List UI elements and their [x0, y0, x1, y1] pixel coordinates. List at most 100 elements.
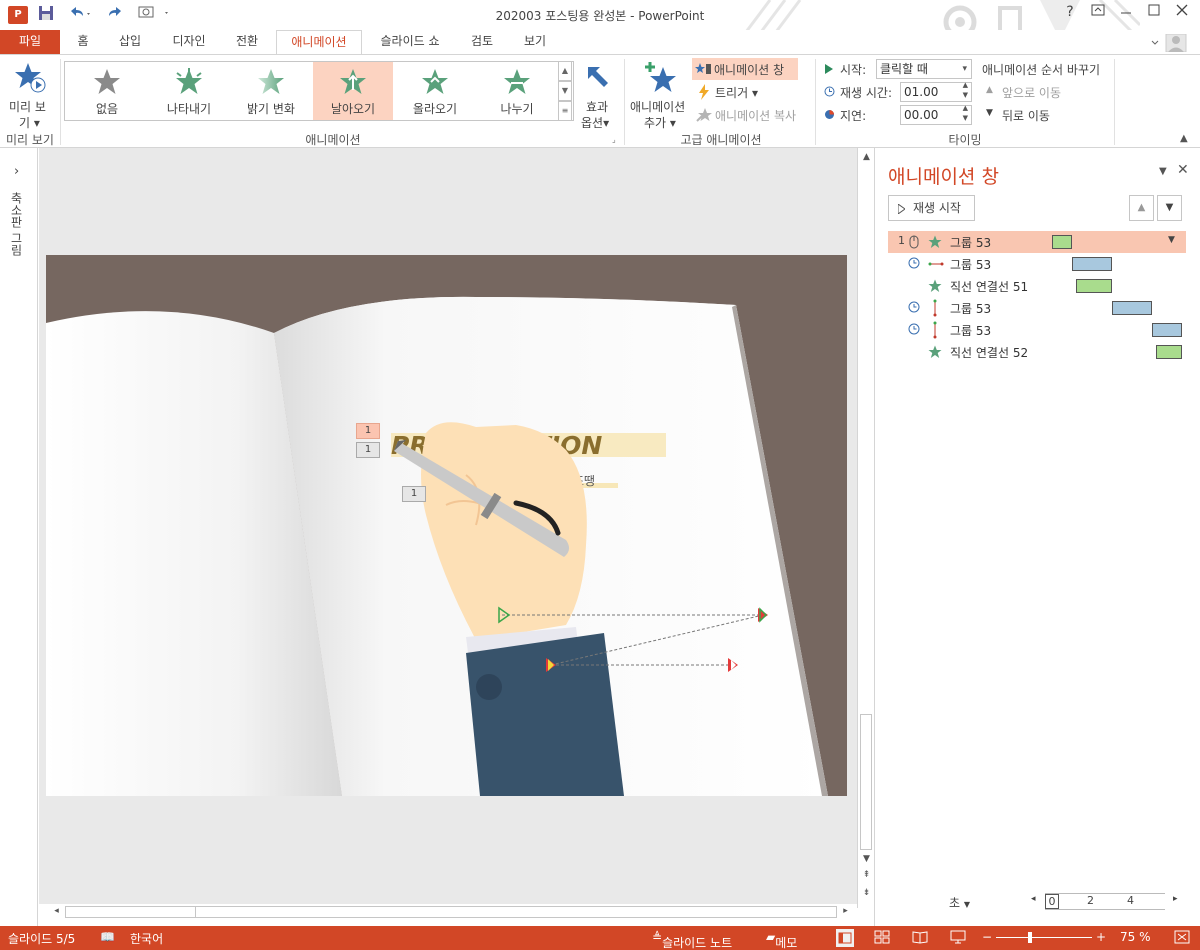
- zoom-level[interactable]: 75 %: [1120, 930, 1151, 944]
- clock-icon: [908, 257, 920, 269]
- timeline-left-icon[interactable]: ◂: [1031, 894, 1036, 904]
- slide-artwork: PRESENTATION 한 조땡: [46, 296, 828, 796]
- slide-editing-area: PRESENTATION 한 조땡 1 1 1: [39, 148, 857, 904]
- duration-spinner[interactable]: 01.00 ▲ ▼: [900, 81, 972, 102]
- animation-painter-button[interactable]: 애니메이션 복사: [696, 105, 806, 127]
- user-avatar-icon[interactable]: [1150, 33, 1190, 55]
- motion-path-horizontal-icon: [928, 262, 944, 266]
- gallery-item-appear[interactable]: 나타내기: [149, 62, 229, 120]
- play-triangle-icon: [825, 64, 833, 74]
- next-slide-icon[interactable]: ⇟: [859, 888, 874, 898]
- start-select[interactable]: 클릭할 때 ▾: [876, 59, 972, 79]
- close-icon[interactable]: [1168, 4, 1196, 20]
- zoom-out-icon[interactable]: −: [982, 930, 992, 944]
- vertical-scrollbar[interactable]: ▲ ▼ ⇞ ⇟: [857, 148, 874, 908]
- animation-item[interactable]: 1 그룹 53 ▼: [888, 231, 1186, 253]
- ribbon-separator: [60, 59, 61, 145]
- gallery-scroll-up-icon[interactable]: ▲: [558, 61, 572, 81]
- collapse-ribbon-icon[interactable]: ▲: [1180, 133, 1188, 144]
- timeline-bar: [1156, 345, 1182, 359]
- motion-path-vertical-icon: [933, 321, 937, 339]
- maximize-icon[interactable]: [1140, 4, 1168, 20]
- help-button[interactable]: ?: [1056, 4, 1084, 20]
- spelling-icon[interactable]: 📖: [100, 930, 115, 944]
- animation-tag[interactable]: 1: [356, 442, 380, 458]
- reading-view-icon[interactable]: [912, 930, 928, 944]
- tab-home[interactable]: 홈: [68, 30, 98, 54]
- animation-tag[interactable]: 1: [356, 423, 380, 439]
- ribbon-display-options-icon[interactable]: [1084, 4, 1112, 20]
- fit-to-window-icon[interactable]: [1174, 930, 1190, 944]
- animation-item[interactable]: 그룹 53: [888, 297, 1186, 319]
- move-up-button[interactable]: ▲: [1129, 195, 1154, 221]
- gallery-more-icon[interactable]: ≡: [558, 101, 572, 121]
- move-down-button[interactable]: ▼: [1157, 195, 1182, 221]
- ribbon-tabs: 파일 홈 삽입 디자인 전환 애니메이션 슬라이드 쇼 검토 보기: [0, 30, 1200, 55]
- motion-path-vertical-icon: [933, 299, 937, 317]
- add-animation-button[interactable]: 애니메이션 추가 ▾: [628, 59, 692, 130]
- tab-insert[interactable]: 삽입: [110, 30, 150, 54]
- expand-chevron-icon[interactable]: ›: [14, 164, 19, 179]
- normal-view-icon[interactable]: [836, 929, 854, 947]
- tab-slideshow[interactable]: 슬라이드 쇼: [370, 30, 450, 54]
- animation-item[interactable]: 그룹 53: [888, 253, 1186, 275]
- preview-label-2: 기 ▾: [19, 116, 40, 130]
- minimize-icon[interactable]: [1112, 4, 1140, 20]
- tab-file[interactable]: 파일: [0, 30, 60, 54]
- scroll-left-icon[interactable]: ◂: [49, 906, 64, 916]
- zoom-in-icon[interactable]: +: [1096, 930, 1106, 944]
- horizontal-scrollbar[interactable]: ◂ ▸: [47, 904, 855, 921]
- play-button[interactable]: 재생 시작: [888, 195, 975, 221]
- scroll-right-icon[interactable]: ▸: [838, 906, 853, 916]
- language-indicator[interactable]: 한국어: [130, 930, 163, 947]
- tab-transitions[interactable]: 전환: [226, 30, 268, 54]
- zoom-slider-thumb[interactable]: [1028, 932, 1032, 943]
- pane-options-icon[interactable]: ▼: [1159, 166, 1167, 177]
- scroll-down-icon[interactable]: ▼: [859, 854, 874, 864]
- gallery-item-fly-in[interactable]: 날아오기: [313, 62, 393, 120]
- thumbnail-pane-collapsed[interactable]: › 축소판 그림: [0, 148, 38, 926]
- clock-icon: [908, 301, 920, 313]
- slideshow-view-icon[interactable]: [950, 930, 966, 944]
- timeline-bar: [1076, 279, 1112, 293]
- slide-sorter-icon[interactable]: [874, 930, 890, 944]
- scroll-thumb[interactable]: [860, 714, 872, 850]
- tab-design[interactable]: 디자인: [163, 30, 215, 54]
- pane-close-icon[interactable]: ✕: [1177, 162, 1189, 178]
- animation-tag[interactable]: 1: [402, 486, 426, 502]
- slide-canvas[interactable]: PRESENTATION 한 조땡 1 1 1: [46, 255, 847, 796]
- delay-spinner[interactable]: 00.00 ▲ ▼: [900, 104, 972, 125]
- tab-view[interactable]: 보기: [514, 30, 556, 54]
- notes-button[interactable]: ≜ 슬라이드 노트: [652, 930, 732, 950]
- move-earlier-button[interactable]: ▲ 앞으로 이동: [984, 83, 1084, 103]
- gallery-item-split[interactable]: 나누기: [477, 62, 557, 120]
- timeline-right-icon[interactable]: ▸: [1173, 894, 1178, 904]
- animation-item[interactable]: 직선 연결선 52: [888, 341, 1186, 363]
- dialog-launcher-icon[interactable]: ⌟: [612, 135, 616, 144]
- entrance-star-icon: [928, 235, 942, 248]
- move-later-button[interactable]: ▼ 뒤로 이동: [984, 106, 1084, 126]
- scroll-up-icon[interactable]: ▲: [859, 152, 874, 162]
- zoom-slider[interactable]: [996, 932, 1092, 943]
- tab-animations[interactable]: 애니메이션: [276, 30, 362, 55]
- animation-pane-button[interactable]: 애니메이션 창: [692, 58, 798, 80]
- animation-item[interactable]: 그룹 53: [888, 319, 1186, 341]
- animation-group-label: 애니메이션: [305, 133, 361, 147]
- scroll-thumb[interactable]: [195, 906, 837, 918]
- item-dropdown-icon[interactable]: ▼: [1168, 235, 1175, 245]
- timeline-bar: [1152, 323, 1182, 337]
- gallery-item-none[interactable]: 없음: [67, 62, 147, 120]
- star-float-in-icon: [422, 69, 448, 94]
- gallery-item-float-in[interactable]: 올라오기: [395, 62, 475, 120]
- previous-slide-icon[interactable]: ⇞: [859, 870, 874, 880]
- gallery-item-fade[interactable]: 밝기 변화: [231, 62, 311, 120]
- tab-review[interactable]: 검토: [462, 30, 502, 54]
- animation-item[interactable]: 직선 연결선 51: [888, 275, 1186, 297]
- animation-painter-icon: [696, 108, 712, 122]
- trigger-button[interactable]: 트리거 ▾: [696, 82, 776, 104]
- comments-button[interactable]: ▰ 메모: [766, 930, 797, 950]
- preview-button[interactable]: 미리 보 기 ▾: [4, 59, 56, 130]
- gallery-scroll-down-icon[interactable]: ▼: [558, 81, 572, 101]
- effect-options-button[interactable]: 효과 옵션▾: [578, 59, 618, 130]
- seconds-dropdown[interactable]: 초 ▼: [949, 894, 970, 911]
